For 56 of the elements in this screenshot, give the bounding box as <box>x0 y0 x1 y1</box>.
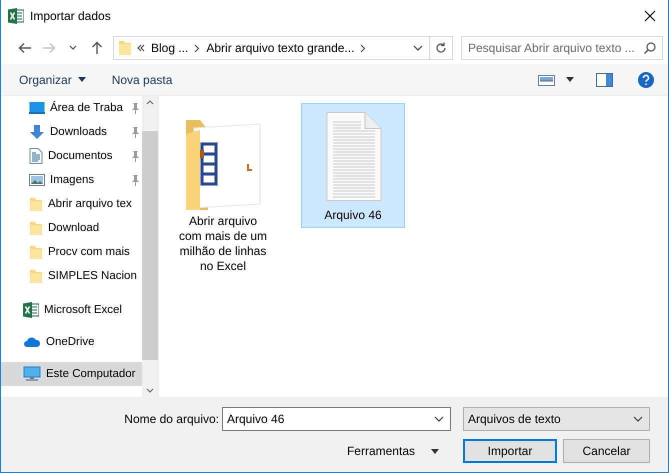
refresh-icon[interactable] <box>435 42 447 54</box>
close-icon[interactable] <box>644 10 656 22</box>
sidebar-item[interactable]: Microsoft Excel <box>1 298 142 322</box>
caret-down-icon[interactable] <box>434 416 444 422</box>
caret-down-icon[interactable] <box>413 45 423 51</box>
breadcrumb[interactable]: Abrir arquivo texto grande... <box>206 41 354 55</box>
file-name: Arquivo 46 <box>324 208 382 223</box>
tools-menu-button[interactable]: Ferramentas <box>342 444 443 458</box>
caret-down-icon <box>431 448 439 454</box>
field-label: Nome do arquivo: <box>124 412 219 426</box>
organize-menu-button[interactable]: Organizar <box>11 66 94 92</box>
file-item[interactable]: Arquivo 46 <box>301 103 405 228</box>
spreadsheet-app-icon <box>8 8 24 24</box>
caret-down-icon[interactable] <box>566 77 574 82</box>
help-icon[interactable] <box>638 72 654 88</box>
preview-pane-icon[interactable] <box>596 72 614 86</box>
sidebar-item[interactable]: SIMPLES Nacion <box>1 264 142 288</box>
sidebar-item[interactable]: Abrir arquivo tex <box>1 192 142 216</box>
pin-icon[interactable] <box>130 126 140 138</box>
scrollbar[interactable] <box>142 96 158 397</box>
filename-field[interactable]: Arquivo 46 <box>222 407 451 431</box>
address-bar[interactable]: Blog ... Abrir arquivo texto grande... <box>113 36 453 60</box>
sidebar-item[interactable]: OneDrive <box>1 330 142 354</box>
scroll-down-icon[interactable] <box>146 388 154 393</box>
folder-icon <box>119 40 131 56</box>
up-arrow-icon[interactable] <box>91 41 103 55</box>
chevron-right-icon[interactable] <box>194 44 200 52</box>
pin-icon[interactable] <box>130 150 140 162</box>
sidebar-item[interactable]: Downloads <box>1 120 142 144</box>
pin-icon[interactable] <box>130 102 140 114</box>
sidebar-item[interactable]: Download <box>1 216 142 240</box>
sidebar-item[interactable]: Procv com mais <box>1 240 142 264</box>
pin-icon[interactable] <box>130 174 140 186</box>
file-type-dropdown[interactable]: Arquivos de texto <box>463 407 650 431</box>
new-folder-button[interactable]: Nova pasta <box>104 66 180 92</box>
sidebar-item[interactable]: Este Computador <box>1 362 142 386</box>
cancel-button[interactable]: Cancelar <box>563 439 650 463</box>
folder-item[interactable]: Abrir arquivo com mais de um milhão de linhas no Excel <box>171 103 275 279</box>
overflow-chevrons-icon[interactable] <box>137 44 145 52</box>
breadcrumb[interactable]: Blog ... <box>151 41 188 55</box>
sidebar-item[interactable]: Área de Traba <box>1 96 142 120</box>
caret-down-icon[interactable] <box>69 45 77 51</box>
view-icon[interactable] <box>538 72 556 86</box>
chevron-right-icon[interactable] <box>360 44 366 52</box>
search-icon[interactable] <box>644 42 656 54</box>
back-arrow-icon[interactable] <box>18 42 32 54</box>
caret-down-icon <box>633 416 643 422</box>
caret-down-icon <box>78 77 86 82</box>
sidebar-item[interactable]: Imagens <box>1 168 142 192</box>
sidebar-item[interactable]: Documentos <box>1 144 142 168</box>
scrollbar-thumb[interactable] <box>142 131 158 360</box>
window-title: Importar dados <box>30 9 111 23</box>
search-field[interactable]: Pesquisar Abrir arquivo texto ... <box>461 36 663 60</box>
file-name: Abrir arquivo com mais de um milhão de linhas no Excel <box>178 214 268 274</box>
scroll-up-icon[interactable] <box>146 100 154 105</box>
import-button[interactable]: Importar <box>463 439 557 463</box>
